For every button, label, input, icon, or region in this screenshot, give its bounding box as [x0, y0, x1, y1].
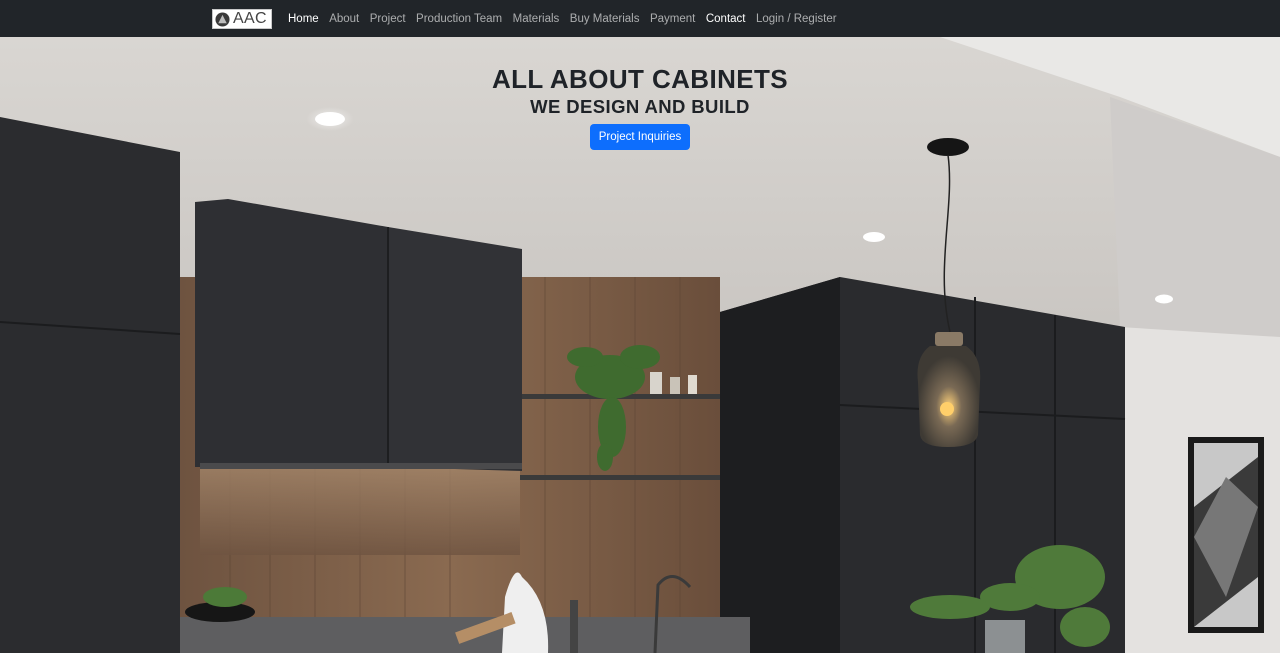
nav-link-about[interactable]: About	[329, 13, 359, 25]
hero-content: ALL ABOUT CABINETS WE DESIGN AND BUILD P…	[0, 37, 1280, 150]
nav-link-project[interactable]: Project	[370, 13, 406, 25]
nav-links: Home About Project Production Team Mater…	[288, 0, 847, 37]
top-navbar: AAC Home About Project Production Team M…	[0, 0, 1280, 37]
nav-link-payment[interactable]: Payment	[650, 13, 695, 25]
brand-logo-link[interactable]: AAC	[212, 9, 272, 29]
nav-link-login-register[interactable]: Login / Register	[756, 13, 837, 25]
nav-link-contact[interactable]: Contact	[706, 13, 746, 25]
hero-subtitle: WE DESIGN AND BUILD	[530, 96, 750, 117]
nav-link-materials[interactable]: Materials	[513, 13, 560, 25]
nav-link-buy-materials[interactable]: Buy Materials	[570, 13, 640, 25]
project-inquiries-button[interactable]: Project Inquiries	[589, 124, 691, 150]
nav-link-home[interactable]: Home	[288, 13, 319, 25]
brand-emblem-icon	[215, 11, 230, 27]
brand-text: AAC	[233, 10, 267, 27]
hero-title: ALL ABOUT CABINETS	[491, 64, 789, 94]
nav-link-production-team[interactable]: Production Team	[416, 13, 502, 25]
